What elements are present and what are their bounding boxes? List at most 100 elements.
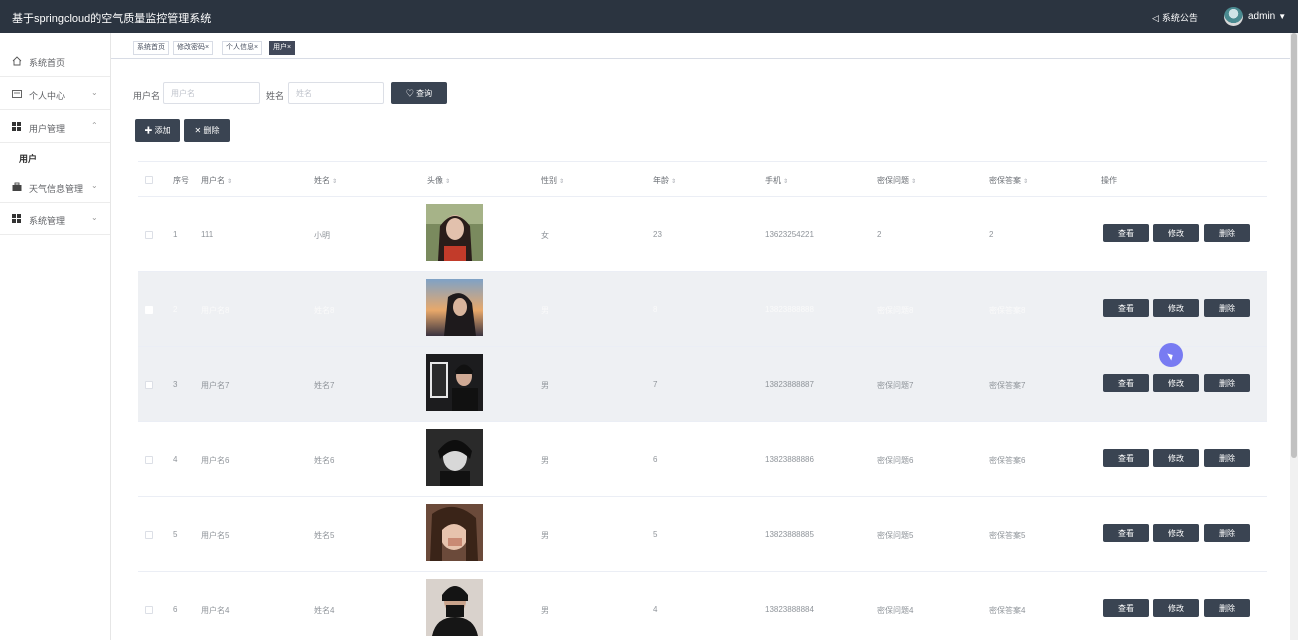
user-avatar-image bbox=[426, 579, 483, 636]
cell-answer: 2 bbox=[989, 230, 994, 239]
column-header[interactable]: 年龄 ⇕ bbox=[653, 175, 676, 186]
row-checkbox[interactable] bbox=[145, 606, 153, 614]
cell-phone: 13623254221 bbox=[765, 230, 814, 239]
username-search-input[interactable] bbox=[163, 82, 260, 104]
user-menu[interactable]: admin ▼ bbox=[1248, 11, 1286, 22]
sort-icon: ⇕ bbox=[1023, 179, 1029, 185]
edit-button[interactable]: 修改 bbox=[1153, 524, 1199, 542]
column-header[interactable]: 密保问题 ⇕ bbox=[877, 175, 916, 186]
view-button[interactable]: 查看 bbox=[1103, 599, 1149, 617]
cell-age: 4 bbox=[653, 605, 658, 614]
sort-icon: ⇕ bbox=[783, 179, 789, 185]
sidebar-item-personal-center[interactable]: 个人中心 ⌄ bbox=[0, 78, 110, 110]
column-header-label: 姓名 bbox=[314, 176, 330, 185]
row-checkbox[interactable] bbox=[145, 531, 153, 539]
sort-icon: ⇕ bbox=[227, 179, 233, 185]
cell-gender: 男 bbox=[541, 306, 549, 315]
sidebar-item-home[interactable]: 系统首页 bbox=[0, 45, 110, 77]
view-button[interactable]: 查看 bbox=[1103, 449, 1149, 467]
query-button[interactable]: ♡ 查询 bbox=[391, 82, 447, 104]
sidebar-item-weather[interactable]: 天气信息管理 ⌄ bbox=[0, 171, 110, 203]
cell-question: 密保问题7 bbox=[877, 381, 914, 390]
edit-button[interactable]: 修改 bbox=[1153, 599, 1199, 617]
cell-gender: 女 bbox=[541, 231, 549, 240]
delete-button[interactable]: 删除 bbox=[1204, 224, 1250, 242]
column-header-label: 密保问题 bbox=[877, 176, 909, 185]
column-header-label: 密保答案 bbox=[989, 176, 1021, 185]
cell-phone: 13823888886 bbox=[765, 455, 814, 464]
query-button-label: 查询 bbox=[416, 88, 433, 98]
sidebar-subitem-label: 用户 bbox=[19, 154, 38, 164]
user-avatar-image bbox=[426, 279, 483, 336]
tag-change-password[interactable]: 修改密码× bbox=[173, 41, 214, 55]
cell-answer: 密保答案7 bbox=[989, 381, 1026, 390]
delete-button[interactable]: 删除 bbox=[1204, 524, 1250, 542]
cell-name: 小明 bbox=[314, 231, 330, 240]
sidebar-subitem-users[interactable]: 用户 bbox=[0, 143, 110, 171]
edit-button[interactable]: 修改 bbox=[1153, 299, 1199, 317]
column-header[interactable]: 性别 ⇕ bbox=[541, 175, 564, 186]
name-label: 姓名 bbox=[266, 91, 285, 101]
sort-icon: ⇕ bbox=[332, 179, 338, 185]
heart-icon: ♡ bbox=[405, 88, 414, 98]
sort-icon: ⇕ bbox=[671, 179, 677, 185]
cell-username: 用户名6 bbox=[201, 456, 230, 465]
delete-button[interactable]: 删除 bbox=[1204, 374, 1250, 392]
delete-button[interactable]: 删除 bbox=[1204, 599, 1250, 617]
cell-gender: 男 bbox=[541, 606, 549, 615]
system-notice-link[interactable]: ◁ 系统公告 bbox=[1152, 11, 1198, 24]
delete-button[interactable]: 删除 bbox=[1204, 449, 1250, 467]
page-scrollbar[interactable] bbox=[1290, 33, 1298, 640]
edit-button[interactable]: 修改 bbox=[1153, 449, 1199, 467]
column-header[interactable]: 头像 ⇕ bbox=[427, 175, 450, 186]
name-search-input[interactable] bbox=[288, 82, 384, 104]
id-card-icon bbox=[12, 89, 22, 99]
cell-name: 姓名7 bbox=[314, 381, 335, 390]
row-checkbox[interactable] bbox=[145, 456, 153, 464]
cell-age: 23 bbox=[653, 230, 662, 239]
view-button[interactable]: 查看 bbox=[1103, 374, 1149, 392]
sort-icon: ⇕ bbox=[911, 179, 917, 185]
delete-button[interactable]: 删除 bbox=[1204, 299, 1250, 317]
sidebar-item-user-management[interactable]: 用户管理 ⌃ bbox=[0, 111, 110, 143]
edit-button[interactable]: 修改 bbox=[1153, 374, 1199, 392]
view-button[interactable]: 查看 bbox=[1103, 524, 1149, 542]
app-title: 基于springcloud的空气质量监控管理系统 bbox=[12, 13, 212, 25]
user-avatar-image bbox=[426, 429, 483, 486]
row-checkbox[interactable] bbox=[145, 231, 153, 239]
sidebar-item-system[interactable]: 系统管理 ⌄ bbox=[0, 203, 110, 235]
plus-icon: ✚ bbox=[144, 126, 153, 135]
cell-username: 用户名4 bbox=[201, 606, 230, 615]
cell-phone: 13823888887 bbox=[765, 380, 814, 389]
column-header-label: 头像 bbox=[427, 176, 443, 185]
tag-users[interactable]: 用户× bbox=[269, 41, 296, 55]
row-checkbox[interactable] bbox=[145, 306, 153, 314]
cell-age: 7 bbox=[653, 380, 658, 389]
select-all-checkbox[interactable] bbox=[145, 176, 153, 184]
cell-name: 姓名6 bbox=[314, 456, 335, 465]
scrollbar-thumb[interactable] bbox=[1291, 33, 1297, 458]
row-checkbox[interactable] bbox=[145, 381, 153, 389]
column-header[interactable]: 手机 ⇕ bbox=[765, 175, 788, 186]
cell-username: 用户名8 bbox=[201, 306, 230, 315]
cell-name: 姓名8 bbox=[314, 306, 335, 315]
tag-home[interactable]: 系统首页 bbox=[133, 41, 169, 55]
cell-index: 1 bbox=[173, 230, 178, 239]
column-header[interactable]: 密保答案 ⇕ bbox=[989, 175, 1028, 186]
chevron-down-icon: ⌄ bbox=[91, 213, 98, 222]
user-avatar-image bbox=[426, 354, 483, 411]
batch-delete-button[interactable]: ✕ 删除 bbox=[184, 119, 230, 142]
view-button[interactable]: 查看 bbox=[1103, 224, 1149, 242]
column-header[interactable]: 姓名 ⇕ bbox=[314, 175, 337, 186]
table-row: 5 用户名5 姓名5 男 5 13823888885 密保问题5 密保答案5 查… bbox=[138, 497, 1267, 572]
view-button[interactable]: 查看 bbox=[1103, 299, 1149, 317]
sidebar-item-label: 系统首页 bbox=[29, 58, 66, 68]
tag-personal-info[interactable]: 个人信息× bbox=[222, 41, 263, 55]
user-avatar-image bbox=[426, 504, 483, 561]
cell-question: 密保问题4 bbox=[877, 606, 914, 615]
cell-answer: 密保答案4 bbox=[989, 606, 1026, 615]
avatar[interactable] bbox=[1224, 7, 1243, 26]
add-button[interactable]: ✚ 添加 bbox=[135, 119, 180, 142]
edit-button[interactable]: 修改 bbox=[1153, 224, 1199, 242]
column-header[interactable]: 用户名 ⇕ bbox=[201, 175, 232, 186]
